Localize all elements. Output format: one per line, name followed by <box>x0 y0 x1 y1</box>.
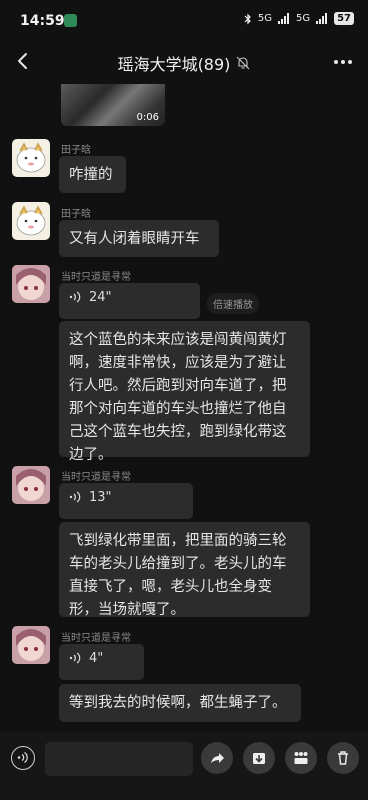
avatar[interactable] <box>12 626 50 664</box>
transcript-bubble[interactable]: 飞到绿化带里面，把里面的骑三轮车的老头儿给撞到了。老头儿的车直接飞了，嗯，老头儿… <box>59 522 310 618</box>
download-icon <box>253 753 265 764</box>
avatar-image <box>16 142 46 173</box>
chat-title-area: 瑶海大学城(89) <box>0 51 368 75</box>
avatar-image <box>12 265 50 303</box>
voice-duration: 13" <box>89 489 112 505</box>
voice-wave-icon <box>69 652 81 664</box>
status-bar: 14:59 5G 5G 57 <box>0 0 368 40</box>
app-notification-icon <box>64 14 77 27</box>
grid-icon <box>294 752 308 764</box>
signal-icon-2 <box>316 13 328 24</box>
voice-wave-icon <box>17 752 28 763</box>
status-time: 14:59 <box>20 13 65 29</box>
avatar-image <box>16 205 46 236</box>
transcript-text: 这个蓝色的未来应该是闯黄闯黄灯啊，速度非常快，应该是为了避让行人吧。然后跑到对向… <box>69 332 287 463</box>
voice-input-button[interactable] <box>11 746 35 770</box>
delete-button[interactable] <box>327 742 359 774</box>
avatar-image <box>12 466 50 504</box>
message-bubble[interactable]: 又有人闭着眼睛开车 <box>59 220 219 257</box>
video-message[interactable]: 0:06 <box>61 84 165 126</box>
transcript-text: 飞到绿化带里面，把里面的骑三轮车的老头儿给撞到了。老头儿的车直接飞了，嗯，老头儿… <box>69 533 287 618</box>
voice-message-bubble[interactable]: 4" <box>59 644 144 680</box>
share-icon <box>211 753 224 763</box>
transcript-text: 等到我去的时候啊，都生蝇子了。 <box>69 695 287 711</box>
bluetooth-icon <box>244 13 251 24</box>
message-text: 咋撞的 <box>69 167 113 183</box>
video-duration: 0:06 <box>136 112 159 123</box>
sender-name: 当时只道是寻常 <box>61 633 131 644</box>
trash-icon <box>338 751 348 765</box>
transcript-bubble[interactable]: 这个蓝色的未来应该是闯黄闯黄灯啊，速度非常快，应该是为了避让行人吧。然后跑到对向… <box>59 321 310 463</box>
speed-play-button[interactable]: 倍速播放 <box>207 293 259 314</box>
avatar[interactable] <box>12 466 50 504</box>
input-bar <box>0 732 368 800</box>
share-button[interactable] <box>201 742 233 774</box>
sender-name: 田子晗 <box>61 209 91 220</box>
sender-name: 当时只道是寻常 <box>61 472 131 483</box>
avatar[interactable] <box>12 265 50 303</box>
message-bubble[interactable]: 咋撞的 <box>59 156 126 193</box>
network-2-label: 5G <box>295 13 311 24</box>
voice-message-bubble[interactable]: 24" <box>59 283 200 319</box>
sender-name: 田子晗 <box>61 145 91 156</box>
chat-title: 瑶海大学城(89) <box>117 55 231 74</box>
download-button[interactable] <box>243 742 275 774</box>
message-input[interactable] <box>45 742 193 776</box>
more-icon[interactable] <box>332 52 354 72</box>
voice-message-bubble[interactable]: 13" <box>59 483 193 519</box>
bell-off-icon <box>237 56 250 70</box>
voice-wave-icon <box>69 491 81 503</box>
voice-wave-icon <box>69 291 81 303</box>
avatar[interactable] <box>12 139 50 177</box>
chat-header: 瑶海大学城(89) <box>0 40 368 84</box>
message-text: 又有人闭着眼睛开车 <box>69 231 200 247</box>
signal-icon <box>277 13 289 24</box>
transcript-bubble[interactable]: 等到我去的时候啊，都生蝇子了。 <box>59 684 301 722</box>
voice-duration: 4" <box>89 650 104 666</box>
status-indicators: 5G 5G 57 <box>244 12 354 25</box>
sender-name: 当时只道是寻常 <box>61 272 131 283</box>
grid-button[interactable] <box>285 742 317 774</box>
battery-indicator: 57 <box>334 12 354 25</box>
network-1-label: 5G <box>257 13 272 24</box>
voice-duration: 24" <box>89 289 112 305</box>
avatar[interactable] <box>12 202 50 240</box>
avatar-image <box>12 626 50 664</box>
